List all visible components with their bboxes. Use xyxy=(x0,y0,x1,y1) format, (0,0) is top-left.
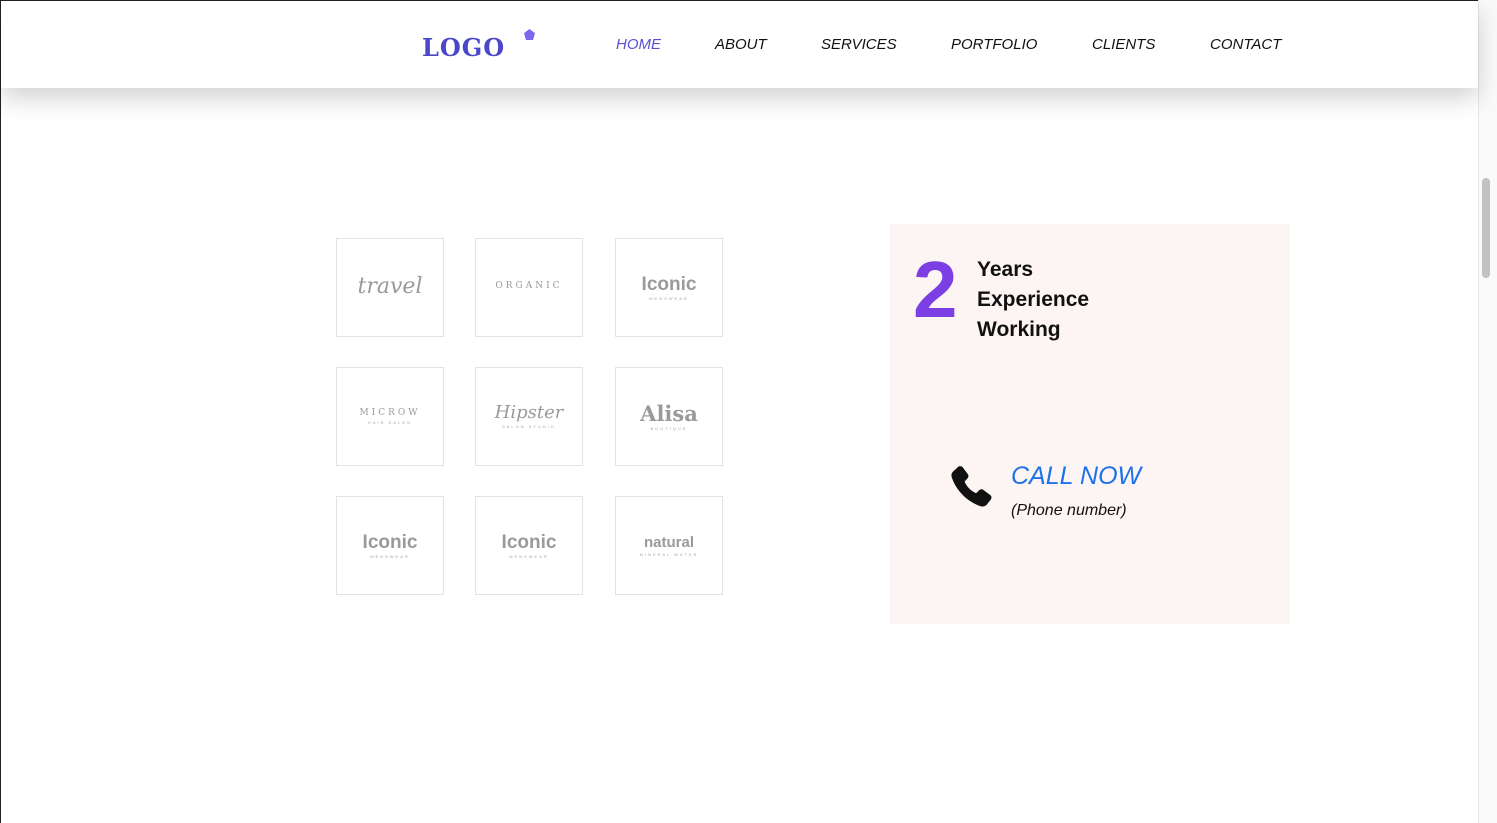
client-logo-subtext: MENSWEAR xyxy=(370,553,410,559)
nav-home[interactable]: HOME xyxy=(616,36,661,53)
experience-line: Years xyxy=(977,258,1034,281)
site-logo[interactable]: LOGO xyxy=(422,33,505,62)
nav-about[interactable]: ABOUT xyxy=(715,36,767,53)
client-logo-text: Iconic xyxy=(501,531,557,553)
client-logo-text: Hipster xyxy=(494,402,564,423)
client-logo-subtext: MINERAL WATER xyxy=(639,551,699,557)
client-logo-text: ORGANIC xyxy=(495,281,563,291)
nav-portfolio[interactable]: PORTFOLIO xyxy=(951,36,1037,53)
client-logo-text: Iconic xyxy=(362,531,418,553)
scrollbar-thumb[interactable] xyxy=(1482,178,1490,278)
nav-clients[interactable]: CLIENTS xyxy=(1092,36,1155,53)
client-logo-natural: natural MINERAL WATER xyxy=(615,496,723,595)
client-logo-alisa: Alisa BOUTIQUE xyxy=(615,367,723,466)
client-logo-iconic: Iconic MENSWEAR xyxy=(475,496,583,595)
phone-number: (Phone number) xyxy=(1011,502,1127,519)
experience-line: Experience xyxy=(977,288,1090,311)
phone-icon[interactable] xyxy=(944,462,996,514)
client-logo-hipster: Hipster SALON STUDIO xyxy=(475,367,583,466)
experience-years-number: 2 xyxy=(913,245,958,334)
client-logo-iconic: Iconic MENSWEAR xyxy=(615,238,723,337)
vertical-scrollbar[interactable] xyxy=(1478,0,1497,823)
client-logo-text: travel xyxy=(357,273,423,299)
site-header: LOGO HOME ABOUT SERVICES PORTFOLIO CLIEN… xyxy=(1,1,1478,88)
client-logo-organic: ORGANIC xyxy=(475,238,583,337)
client-logo-microw: MICROW HAIR SALON xyxy=(336,367,444,466)
client-logo-text: Alisa xyxy=(640,400,698,426)
client-logo-subtext: MENSWEAR xyxy=(649,295,689,301)
experience-line: Working xyxy=(977,318,1061,341)
client-logo-subtext: SALON STUDIO xyxy=(502,424,556,429)
client-logo-text: Iconic xyxy=(641,273,697,295)
client-logo-subtext: BOUTIQUE xyxy=(650,425,688,431)
client-logo-text: MICROW xyxy=(359,407,421,418)
client-logo-iconic: Iconic MENSWEAR xyxy=(336,496,444,595)
logo-pentagon-icon xyxy=(524,29,535,40)
client-logo-subtext: HAIR SALON xyxy=(367,419,413,425)
nav-services[interactable]: SERVICES xyxy=(821,36,897,53)
nav-contact[interactable]: CONTACT xyxy=(1210,36,1281,53)
call-now-link[interactable]: CALL NOW xyxy=(1011,462,1141,491)
client-logo-text: natural xyxy=(643,533,694,551)
client-logo-subtext: MENSWEAR xyxy=(509,553,549,559)
client-logo-travel: travel xyxy=(336,238,444,337)
